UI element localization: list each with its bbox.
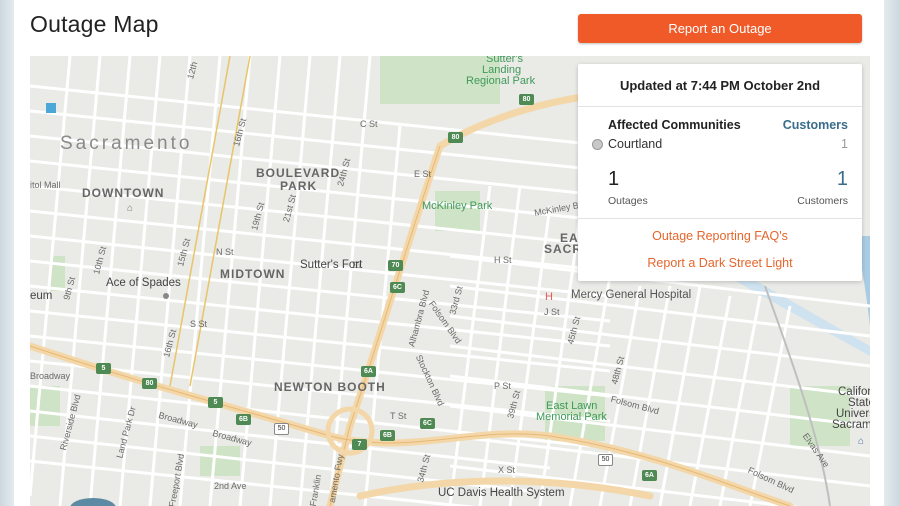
district-downtown-label: DOWNTOWN	[82, 186, 165, 200]
district-park-label: PARK	[280, 179, 318, 193]
route-80-shield-bottom: 80	[142, 378, 157, 389]
report-outage-button[interactable]: Report an Outage	[578, 14, 862, 43]
route-7-shield: 7	[352, 439, 367, 450]
community-row-courtland[interactable]: Courtland 1	[592, 136, 848, 154]
poi-sutters-fort: Sutter's Fort	[300, 259, 363, 271]
street-c-st: C St	[360, 119, 378, 129]
street-x-st: X St	[498, 465, 516, 475]
svg-text:⌂: ⌂	[127, 203, 133, 214]
community-customer-count: 1	[841, 137, 848, 151]
outage-info-panel: Updated at 7:44 PM October 2nd Affected …	[578, 64, 862, 281]
route-6a-shield: 6A	[361, 366, 376, 377]
district-boulevard-label: BOULEVARD	[256, 166, 341, 180]
outages-label: Outages	[608, 195, 648, 207]
customers-count: 1	[836, 168, 848, 190]
street-s-st: S St	[190, 319, 208, 329]
route-6c-shield-2: 6C	[420, 418, 435, 429]
map-city-label: Sacramento	[60, 133, 193, 154]
svg-text:H: H	[545, 291, 553, 303]
district-midtown-label: MIDTOWN	[220, 267, 286, 281]
poi-east-lawn-2: Memorial Park	[536, 411, 607, 423]
route-6c-shield: 6C	[390, 282, 405, 293]
poi-csu-4: Sacramento	[832, 419, 870, 431]
street-h-st: H St	[494, 255, 512, 265]
street-p-st: P St	[494, 381, 511, 391]
outages-count: 1	[608, 168, 620, 190]
page-right-margin	[884, 0, 900, 506]
community-radio-icon[interactable]	[592, 139, 603, 150]
poi-capitol-mall-partial: itol Mall	[30, 180, 61, 190]
street-2nd-ave: 2nd Ave	[214, 481, 247, 491]
route-5-shield: 5	[208, 397, 223, 408]
customers-label: Customers	[797, 195, 848, 207]
street-j-st: J St	[544, 307, 560, 317]
poi-uc-davis-health: UC Davis Health System	[438, 487, 565, 499]
svg-text:⌂: ⌂	[858, 436, 864, 447]
poi-sutters-landing-3: Regional Park	[466, 75, 536, 87]
updated-timestamp: Updated at 7:44 PM October 2nd	[619, 78, 821, 93]
route-6a-shield-2: 6A	[642, 470, 657, 481]
street-t-st: T St	[390, 411, 407, 421]
route-6b-shield-2: 6B	[380, 430, 395, 441]
route-6b-shield: 6B	[236, 414, 251, 425]
page-left-margin	[0, 0, 14, 506]
customers-column-header: Customers	[782, 118, 848, 132]
route-70-shield: 70	[388, 260, 403, 271]
outage-faq-link[interactable]: Outage Reporting FAQ's	[578, 229, 862, 243]
route-us50-shield-b: 50	[598, 454, 613, 466]
route-80-shield-top: 80	[519, 94, 534, 105]
poi-ace-of-spades: Ace of Spades	[106, 277, 181, 289]
route-5-shield-2: 5	[96, 363, 111, 374]
poi-museum-partial: eum	[30, 290, 53, 302]
panel-divider-top	[578, 106, 862, 107]
street-broadway-left: Broadway	[30, 371, 71, 381]
page-title: Outage Map	[30, 11, 159, 37]
district-newton-booth-label: NEWTON BOOTH	[274, 380, 386, 394]
panel-divider-bottom	[578, 218, 862, 219]
poi-mckinley-park: McKinley Park	[422, 200, 493, 212]
street-n-st: N St	[216, 247, 234, 257]
route-shield-top-b: 80	[448, 132, 463, 143]
route-us50-shield-a: 50	[274, 423, 289, 435]
affected-communities-header: Affected Communities	[608, 118, 741, 132]
street-e-st: E St	[414, 169, 432, 179]
dark-streetlight-link[interactable]: Report a Dark Street Light	[578, 256, 862, 270]
poi-mercy-general-hospital: Mercy General Hospital	[571, 289, 692, 301]
community-name: Courtland	[608, 137, 663, 151]
